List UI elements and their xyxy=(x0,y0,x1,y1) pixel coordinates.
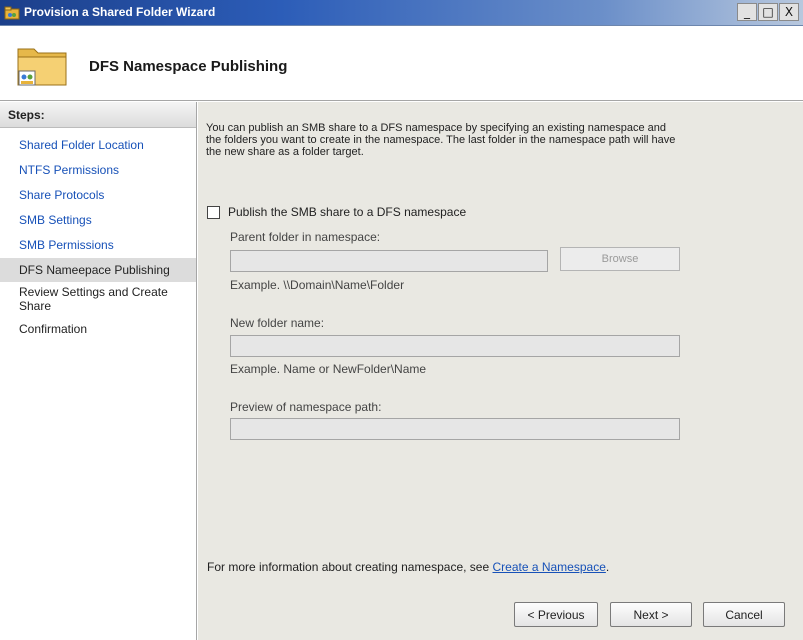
new-folder-input[interactable] xyxy=(230,335,680,357)
publish-checkbox-row[interactable]: Publish the SMB share to a DFS namespace xyxy=(207,205,466,219)
preview-path-field xyxy=(230,418,680,440)
publish-checkbox-label[interactable]: Publish the SMB share to a DFS namespace xyxy=(228,205,466,219)
step-review-settings: Review Settings and Create Share xyxy=(19,285,168,313)
step-ntfs-permissions[interactable]: NTFS Permissions xyxy=(0,163,196,177)
preview-label: Preview of namespace path: xyxy=(230,400,382,414)
intro-text: You can publish an SMB share to a DFS na… xyxy=(206,122,676,158)
step-confirmation: Confirmation xyxy=(19,322,88,336)
page-title: DFS Namespace Publishing xyxy=(89,58,288,75)
step-smb-permissions[interactable]: SMB Permissions xyxy=(0,238,196,252)
cancel-button[interactable]: Cancel xyxy=(703,602,785,627)
parent-folder-input[interactable] xyxy=(230,250,548,272)
new-folder-example: Example. Name or NewFolder\Name xyxy=(230,362,427,376)
step-dfs-namespace-publishing: DFS Nameepace Publishing xyxy=(0,258,196,282)
browse-button[interactable]: Browse xyxy=(560,247,680,271)
parent-folder-example: Example. \\Domain\Name\Folder xyxy=(230,278,405,292)
more-info-prefix: For more information about creating name… xyxy=(207,560,493,574)
create-namespace-link[interactable]: Create a Namespace xyxy=(492,560,605,574)
close-button[interactable]: X xyxy=(779,3,799,21)
publish-checkbox[interactable] xyxy=(207,205,220,219)
window-title: Provision a Shared Folder Wizard xyxy=(24,5,216,19)
more-info-text: For more information about creating name… xyxy=(207,560,609,574)
step-shared-folder-location[interactable]: Shared Folder Location xyxy=(0,138,196,152)
minimize-button[interactable]: _ xyxy=(737,3,757,21)
steps-heading: Steps: xyxy=(0,102,196,128)
step-smb-settings[interactable]: SMB Settings xyxy=(0,213,196,227)
maximize-button[interactable]: □ xyxy=(758,3,778,21)
steps-sidebar: Steps: Shared Folder Location NTFS Permi… xyxy=(0,102,197,640)
title-bar: Provision a Shared Folder Wizard _ □ X xyxy=(0,0,803,26)
folder-icon xyxy=(17,48,67,86)
wizard-content: You can publish an SMB share to a DFS na… xyxy=(198,102,803,640)
more-info-suffix: . xyxy=(605,560,610,574)
wizard-app-icon xyxy=(4,6,20,20)
parent-folder-label: Parent folder in namespace: xyxy=(230,230,381,244)
wizard-header: DFS Namespace Publishing xyxy=(0,27,803,101)
new-folder-label: New folder name: xyxy=(230,316,325,330)
previous-button[interactable]: < Previous xyxy=(514,602,598,627)
step-share-protocols[interactable]: Share Protocols xyxy=(0,188,196,202)
next-button[interactable]: Next > xyxy=(610,602,692,627)
